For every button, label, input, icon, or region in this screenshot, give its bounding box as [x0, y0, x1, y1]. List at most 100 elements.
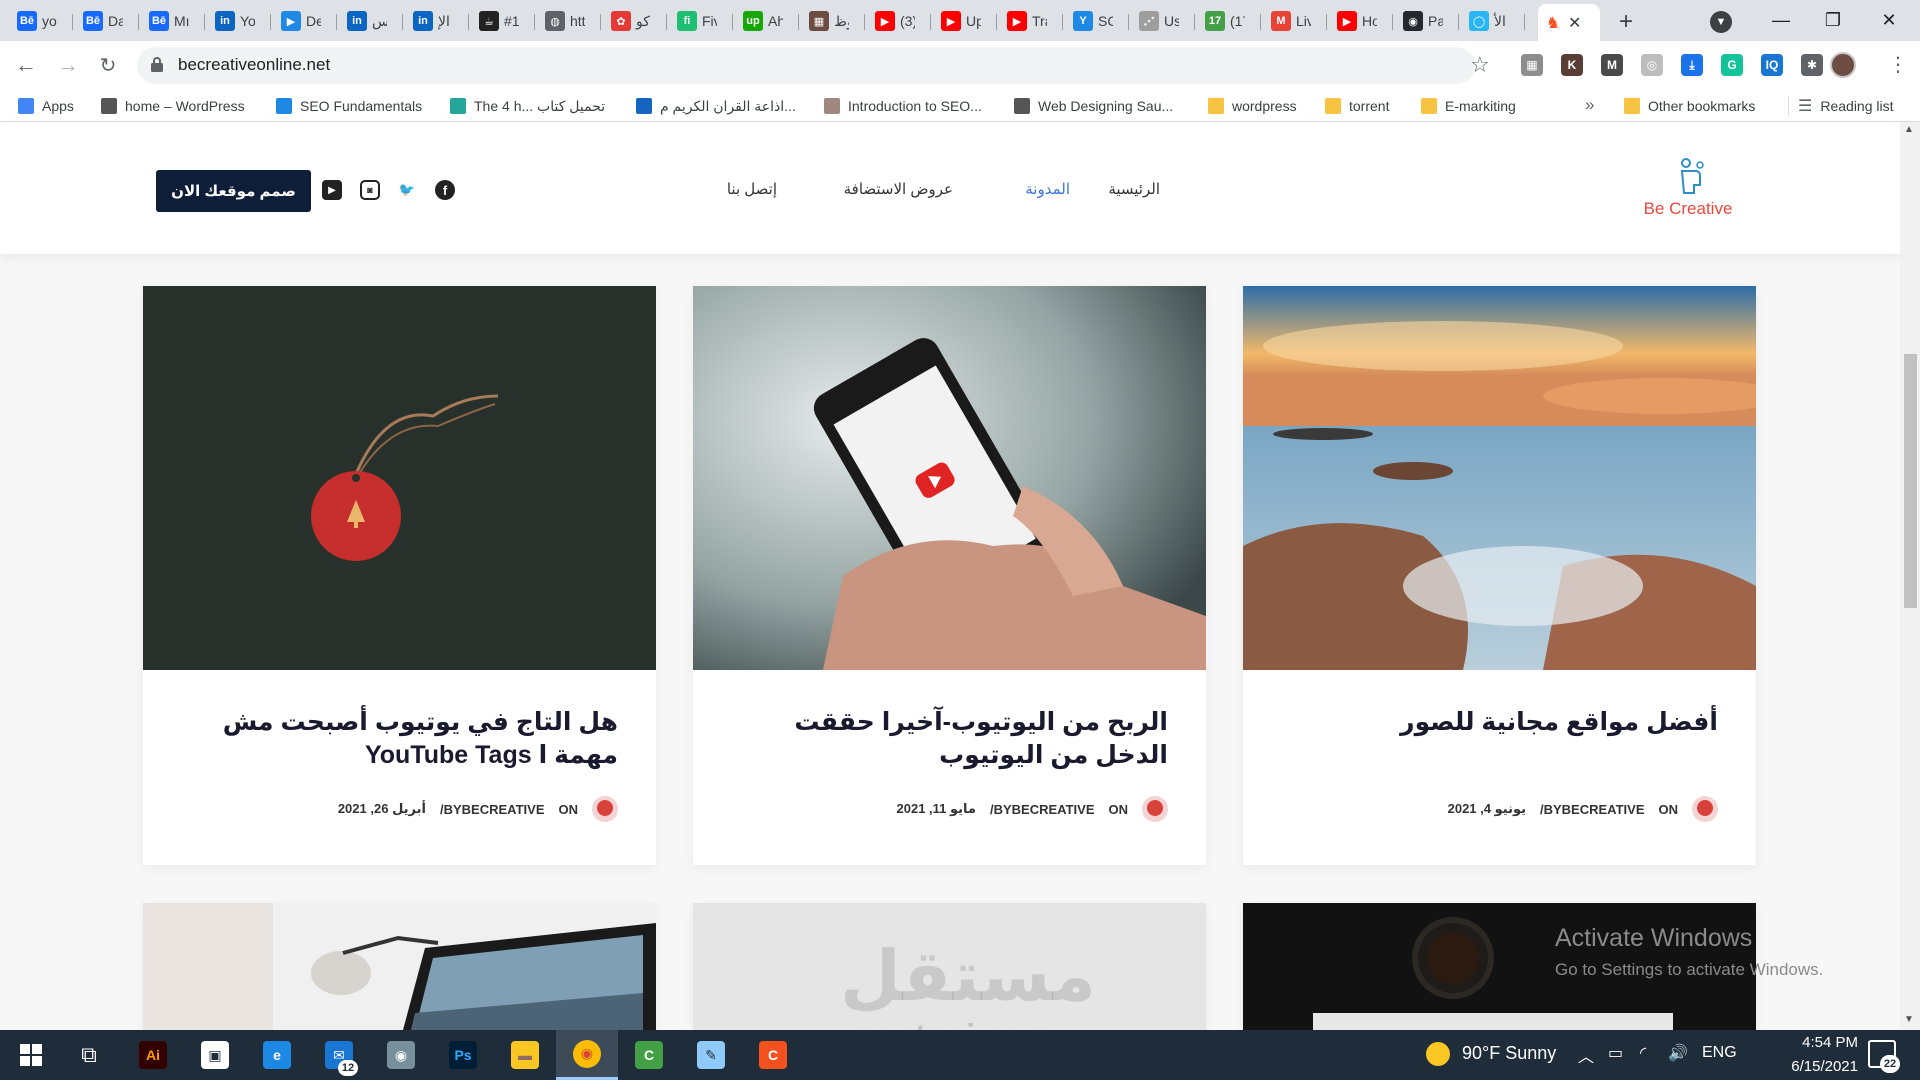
taskbar-app[interactable]: ◉ [556, 1030, 618, 1080]
other-bookmarks[interactable]: Other bookmarks [1624, 96, 1755, 116]
scrollbar-thumb[interactable] [1904, 354, 1917, 608]
taskbar-app[interactable]: C [618, 1030, 680, 1080]
reading-list[interactable]: ☰ Reading list [1798, 96, 1894, 116]
taskbar-app[interactable]: Ps [432, 1030, 494, 1080]
battery-icon[interactable]: ▭ [1608, 1043, 1623, 1063]
taskbar-app[interactable]: Ai [122, 1030, 184, 1080]
browser-tab[interactable]: Y SC [1068, 6, 1113, 36]
bookmark-item[interactable]: The 4 h... تحميل كتاب [450, 96, 605, 116]
bookmark-item[interactable]: torrent [1325, 96, 1389, 116]
clock-date[interactable]: 6/15/2021 [1768, 1058, 1858, 1075]
post-image-phone-youtube[interactable] [693, 286, 1206, 670]
address-bar[interactable] [137, 47, 1475, 84]
bookmark-item[interactable]: Introduction to SEO... [824, 96, 982, 116]
bookmark-item[interactable]: Web Designing Sau... [1014, 96, 1173, 116]
site-logo[interactable]: Be Creative [1636, 155, 1740, 225]
design-site-cta-button[interactable]: صمم موقعك الان [156, 170, 311, 212]
youtube-icon[interactable]: ▶ [322, 180, 342, 200]
close-tab-icon[interactable]: ✕ [1568, 13, 1581, 33]
language-indicator[interactable]: ENG [1702, 1044, 1737, 1062]
post-author[interactable]: BYBECREATIVE/ [1540, 802, 1645, 817]
bookmark-item[interactable]: Apps [18, 96, 74, 116]
browser-tab[interactable]: Bē Mı [144, 6, 189, 36]
ext-m-icon[interactable]: M [1601, 54, 1623, 76]
grammarly-icon[interactable]: G [1721, 54, 1743, 76]
reload-icon[interactable]: ↻ [92, 49, 124, 81]
post-title[interactable]: أفضل مواقع مجانية للصور [1273, 706, 1718, 739]
scroll-up-arrow[interactable]: ▲ [1904, 124, 1914, 135]
tab-search-icon[interactable]: ▼ [1710, 11, 1732, 33]
twitter-icon[interactable]: 🐦 [397, 180, 417, 200]
menu-dots-icon[interactable]: ⋮ [1888, 52, 1908, 77]
bookmark-item[interactable]: home – WordPress [101, 96, 245, 116]
browser-tab[interactable]: ▶ Ho [1332, 6, 1377, 36]
new-tab-button[interactable]: + [1612, 8, 1640, 36]
browser-tab[interactable]: ▶ Tra [1002, 6, 1047, 36]
clock-time[interactable]: 4:54 PM [1768, 1034, 1858, 1051]
back-icon[interactable]: ← [10, 49, 42, 81]
taskbar-app[interactable]: ▣ [184, 1030, 246, 1080]
wifi-icon[interactable]: ◜ [1640, 1043, 1646, 1063]
profile-avatar[interactable] [1830, 52, 1856, 78]
ext-iq-icon[interactable]: IQ [1761, 54, 1783, 76]
bookmark-item[interactable]: E-markiting [1421, 96, 1516, 116]
post-image-red-tag[interactable] [143, 286, 656, 670]
browser-tab[interactable]: fi Fiv [672, 6, 717, 36]
instagram-icon[interactable]: ◙ [360, 180, 380, 200]
volume-icon[interactable]: 🔊 [1668, 1043, 1688, 1063]
scroll-down-arrow[interactable]: ▼ [1904, 1014, 1914, 1025]
browser-tab[interactable]: ▶ (3) [870, 6, 915, 36]
taskbar-app[interactable]: e [246, 1030, 308, 1080]
start-button[interactable] [0, 1030, 62, 1080]
close-window-button[interactable]: ✕ [1866, 0, 1912, 41]
post-author[interactable]: BYBECREATIVE/ [440, 802, 545, 817]
taskbar-app[interactable]: ✎ [680, 1030, 742, 1080]
browser-tab[interactable]: ▦ وظ [804, 6, 849, 36]
taskbar-app[interactable]: ◉ [370, 1030, 432, 1080]
active-tab[interactable]: ♞ ✕ [1538, 4, 1600, 41]
puzzle-icon[interactable]: ✱ [1801, 54, 1823, 76]
nav-item[interactable]: عروض الاستضافة [844, 180, 953, 198]
weather-sun-icon[interactable] [1426, 1042, 1450, 1066]
taskbar-app[interactable]: C [742, 1030, 804, 1080]
bookmark-item[interactable]: SEO Fundamentals [276, 96, 422, 116]
post-image-seascape[interactable] [1243, 286, 1756, 670]
browser-tab[interactable]: ▶ Up [936, 6, 981, 36]
post-title[interactable]: هل التاج في يوتيوب أصبحت مش مهمة ا YouTu… [173, 706, 618, 772]
browser-tab[interactable]: ⋰ Us [1134, 6, 1179, 36]
nav-item[interactable]: الرئيسية [1108, 180, 1160, 198]
ext-k-icon[interactable]: K [1561, 54, 1583, 76]
bookmark-item[interactable]: wordpress [1208, 96, 1297, 116]
browser-tab[interactable]: ☕ #1 [474, 6, 519, 36]
facebook-icon[interactable]: f [435, 180, 455, 200]
maximize-button[interactable]: ❐ [1810, 0, 1856, 41]
browser-tab[interactable]: ◍ htt [540, 6, 585, 36]
browser-tab[interactable]: ▶ De [276, 6, 321, 36]
browser-tab[interactable]: ✿ كو [606, 6, 651, 36]
nav-item[interactable]: المدونة [1025, 180, 1070, 198]
post-author[interactable]: BYBECREATIVE/ [990, 802, 1095, 817]
more-bookmarks-button[interactable]: » [1585, 95, 1594, 115]
browser-tab[interactable]: up Ah [738, 6, 783, 36]
ext-download-icon[interactable]: ⤓ [1681, 54, 1703, 76]
show-hidden-icons[interactable]: ︿ [1578, 1043, 1594, 1067]
url-text[interactable]: becreativeonline.net [178, 55, 330, 75]
browser-tab[interactable]: M Liv [1266, 6, 1311, 36]
ext-ring-icon[interactable]: ◎ [1641, 54, 1663, 76]
browser-tab[interactable]: ◉ Pa [1398, 6, 1443, 36]
post-card[interactable] [143, 903, 656, 1030]
browser-tab[interactable]: ◯ الأ [1464, 6, 1509, 36]
browser-tab[interactable]: in الإ [408, 6, 453, 36]
browser-tab[interactable]: in أس [342, 6, 387, 36]
bookmark-star-icon[interactable]: ☆ [1470, 52, 1490, 78]
browser-tab[interactable]: in Yo [210, 6, 255, 36]
forward-icon[interactable]: → [52, 49, 84, 81]
task-view-button[interactable]: ⧉ [58, 1030, 120, 1080]
minimize-button[interactable]: — [1758, 0, 1804, 41]
post-card[interactable]: هل التاج في يوتيوب أصبحت مش مهمة ا YouTu… [143, 286, 656, 865]
post-card[interactable]: الربح من اليوتيوب-آخيرا حققت الدخل من ال… [693, 286, 1206, 865]
bookmark-item[interactable]: اذاعة القران الكريم م... [636, 96, 796, 116]
ext-grid-icon[interactable]: ▦ [1521, 54, 1543, 76]
taskbar-app[interactable]: ▬ [494, 1030, 556, 1080]
post-image-lamp-laptop[interactable] [143, 903, 656, 1030]
